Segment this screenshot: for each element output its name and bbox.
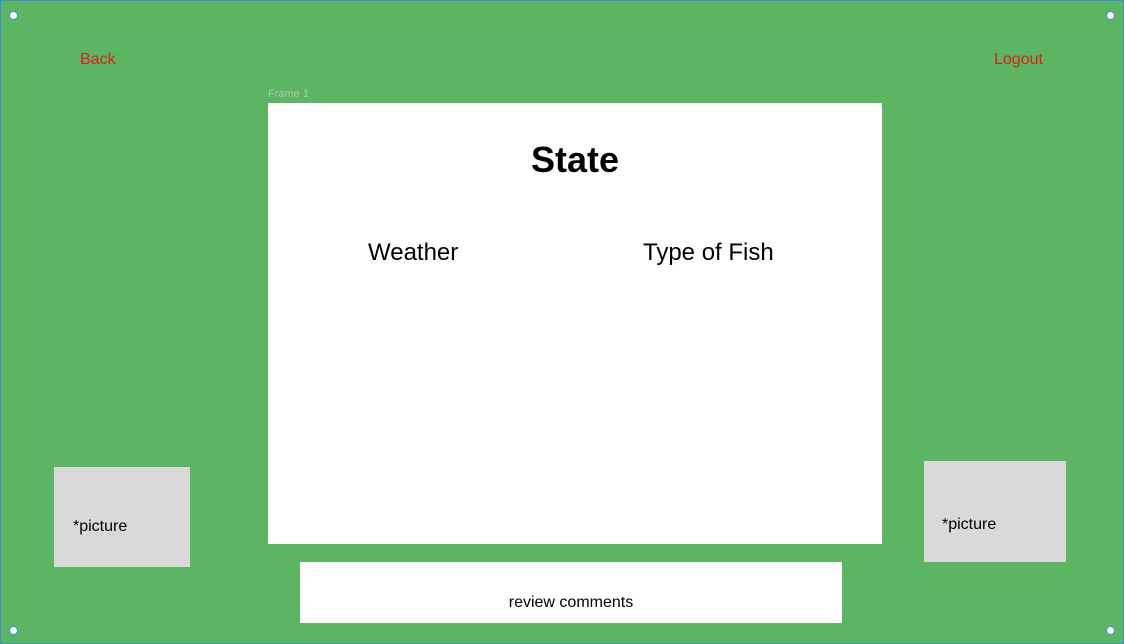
left-picture-label: *picture — [73, 518, 128, 535]
main-frame[interactable]: State Weather Type of Fish — [268, 103, 882, 544]
review-comments-box[interactable]: review comments — [300, 562, 842, 623]
fish-type-heading: Type of Fish — [643, 239, 774, 266]
right-picture-placeholder[interactable]: *picture — [924, 461, 1066, 562]
selection-handle-bottom-right[interactable] — [1106, 626, 1115, 635]
right-picture-label: *picture — [942, 516, 997, 533]
page-title: State — [530, 139, 620, 180]
weather-heading: Weather — [368, 239, 459, 266]
selection-handle-bottom-left[interactable] — [9, 626, 18, 635]
selection-handle-top-right[interactable] — [1106, 11, 1115, 20]
canvas-background: Back Logout Frame 1 State Weather Type o… — [0, 0, 1124, 644]
back-link[interactable]: Back — [80, 51, 116, 69]
left-picture-placeholder[interactable]: *picture — [54, 467, 190, 567]
frame-name-label[interactable]: Frame 1 — [268, 88, 309, 100]
review-comments-label: review comments — [508, 594, 634, 611]
logout-link[interactable]: Logout — [994, 51, 1043, 69]
selection-handle-top-left[interactable] — [9, 11, 18, 20]
